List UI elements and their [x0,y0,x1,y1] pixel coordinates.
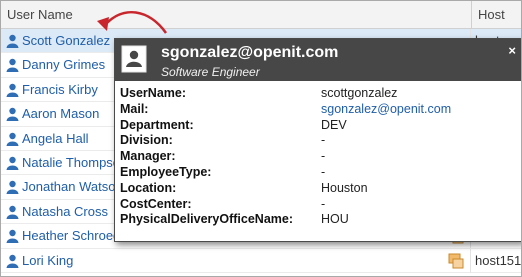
popup-subtitle-job-title: Software Engineer [161,65,260,79]
field-value: scottgonzalez [321,86,398,100]
user-grid-panel: User Name Host Scott GonzalezhostDanny G… [0,0,522,277]
user-name-cell: Lori King [1,248,471,273]
email-link[interactable]: sgonzalez@openit.com [321,102,451,116]
person-icon [6,205,19,219]
field-label: UserName: [120,86,187,100]
field-label: EmployeeType: [120,165,212,179]
person-icon [6,34,19,48]
field-value: - [321,196,326,211]
annotation-arrow [97,11,168,34]
field-value: DEV [321,117,347,132]
user-name-link[interactable]: Angela Hall [22,131,89,146]
field-label: Location: [120,180,177,195]
column-header-host[interactable]: Host [472,1,521,29]
remote-session-icon[interactable] [448,253,464,269]
field-label: Manager: [120,149,176,164]
field-label: PhysicalDeliveryOfficeName: [120,212,294,227]
person-icon [6,181,19,195]
field-label: Division: [120,133,173,148]
close-icon[interactable]: × [508,43,516,58]
contact-card-icon [121,45,147,73]
field-value: Houston [321,180,368,195]
user-name-link[interactable]: Lori King [22,253,73,268]
field-label: CostCenter: [120,196,192,211]
field-label: Mail: [120,101,149,116]
person-icon [6,132,19,146]
user-details-popup: sgonzalez@openit.com Software Engineer ×… [114,38,521,242]
field-value: - [321,165,326,179]
field-label: Department: [120,117,194,132]
user-name-link[interactable]: Jonathan Watson [22,179,123,194]
user-name-link[interactable]: Francis Kirby [22,82,98,97]
field-value: HOU [321,212,349,227]
field-value: - [321,149,326,164]
table-row[interactable]: Lori King host151 [1,248,522,273]
host-cell: host151 [475,252,522,268]
user-name-link[interactable]: Aaron Mason [22,106,99,121]
field-value: - [321,133,326,148]
person-icon [6,229,19,244]
person-icon [6,107,19,122]
user-name-link[interactable]: Natalie Thompson [22,155,127,170]
user-name-link[interactable]: Danny Grimes [22,57,105,72]
person-icon [6,156,19,170]
popup-header: sgonzalez@openit.com Software Engineer × [115,39,521,81]
person-icon [6,59,19,73]
person-icon [6,254,19,268]
popup-title-email: sgonzalez@openit.com [161,44,339,61]
user-name-link[interactable]: Natasha Cross [22,204,108,219]
person-icon [6,83,19,97]
